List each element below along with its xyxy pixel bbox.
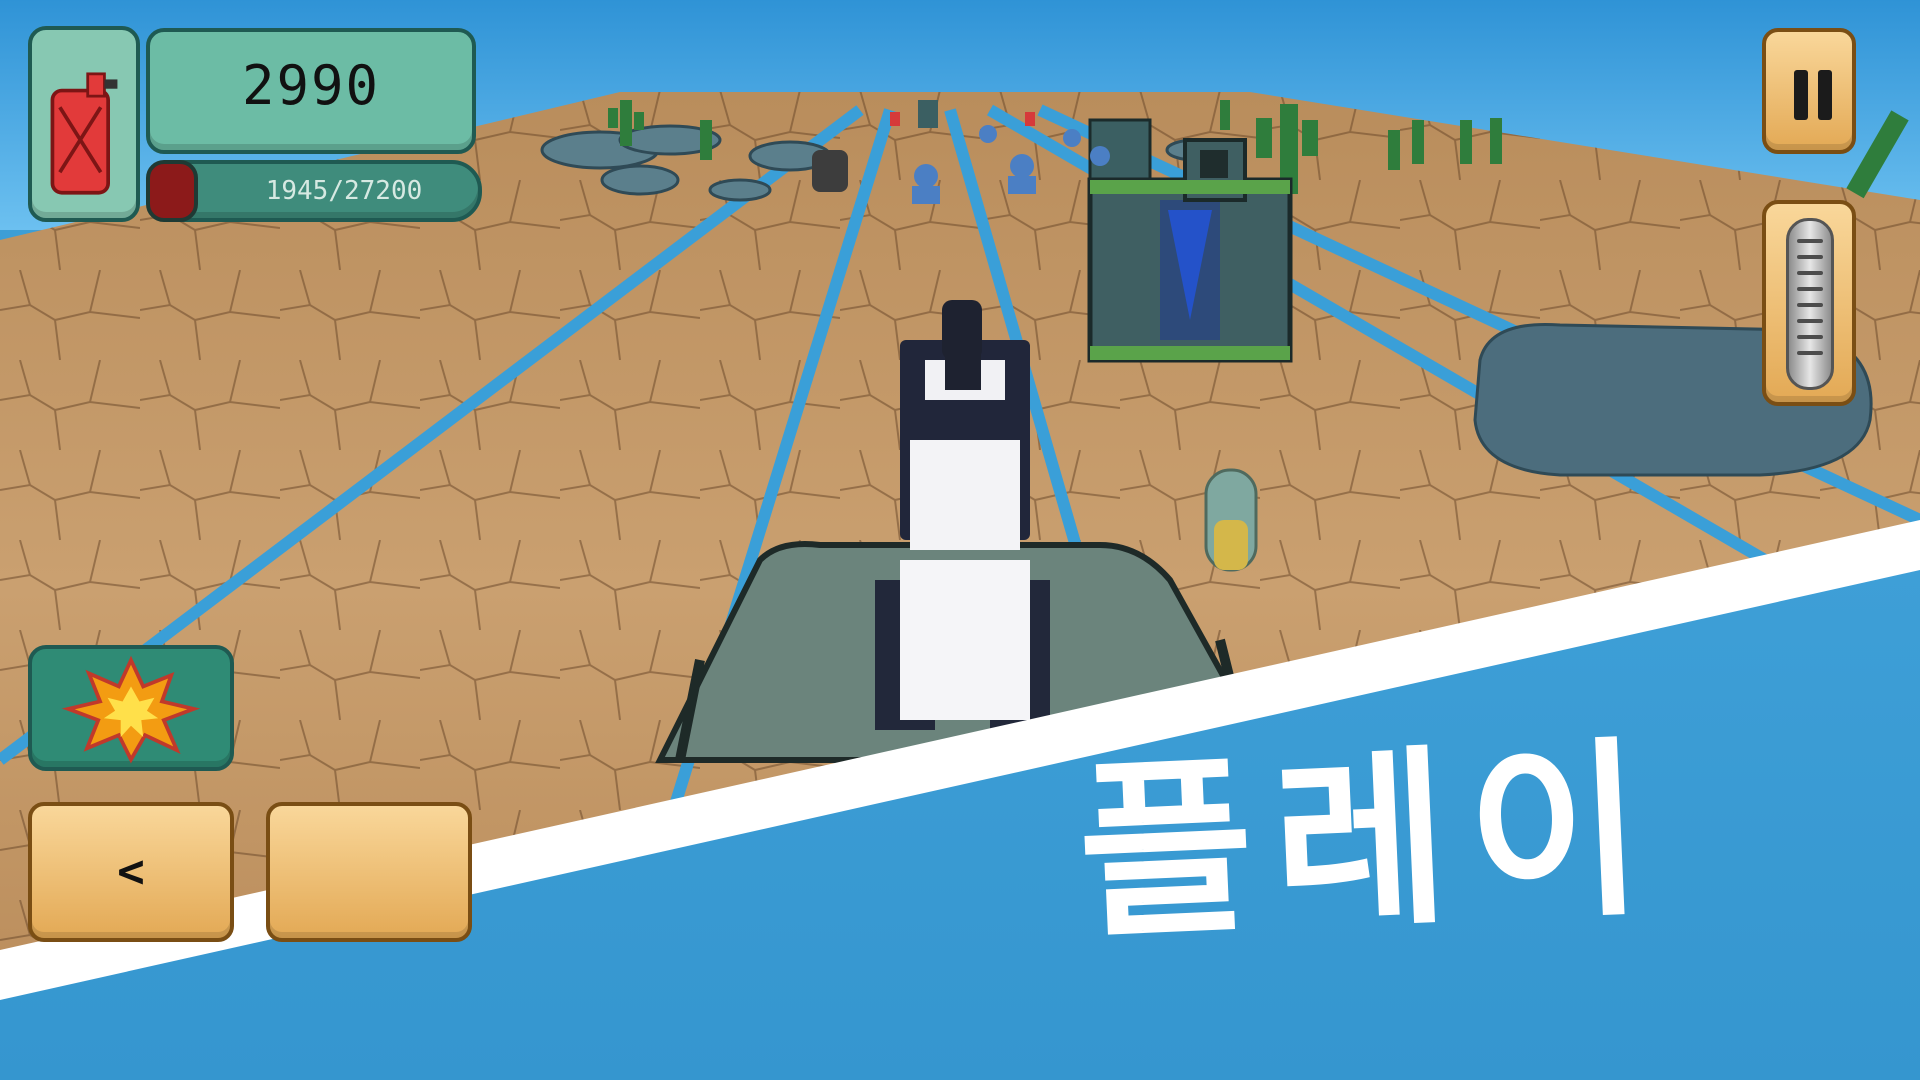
steer-right-button[interactable] — [266, 802, 472, 942]
score-value: 2990 — [241, 54, 381, 117]
distance-progress: 1945/27200 — [146, 160, 482, 222]
bullet — [1204, 468, 1258, 572]
play-banner-label: 플레이 — [1073, 718, 1668, 965]
steer-left-button[interactable]: < — [28, 802, 234, 942]
bomb-button[interactable] — [28, 645, 234, 771]
steer-left-label: < — [117, 844, 145, 898]
progress-marker — [146, 160, 198, 222]
progress-text: 1945/27200 — [265, 176, 423, 206]
score-panel: 2990 — [146, 28, 476, 154]
gas-pedal-icon — [1786, 218, 1834, 390]
accelerator-button[interactable] — [1762, 200, 1856, 406]
explosion-icon — [61, 655, 201, 764]
fuel-can-icon — [50, 72, 118, 195]
pause-button[interactable] — [1762, 28, 1856, 154]
fuel-indicator — [28, 26, 140, 222]
